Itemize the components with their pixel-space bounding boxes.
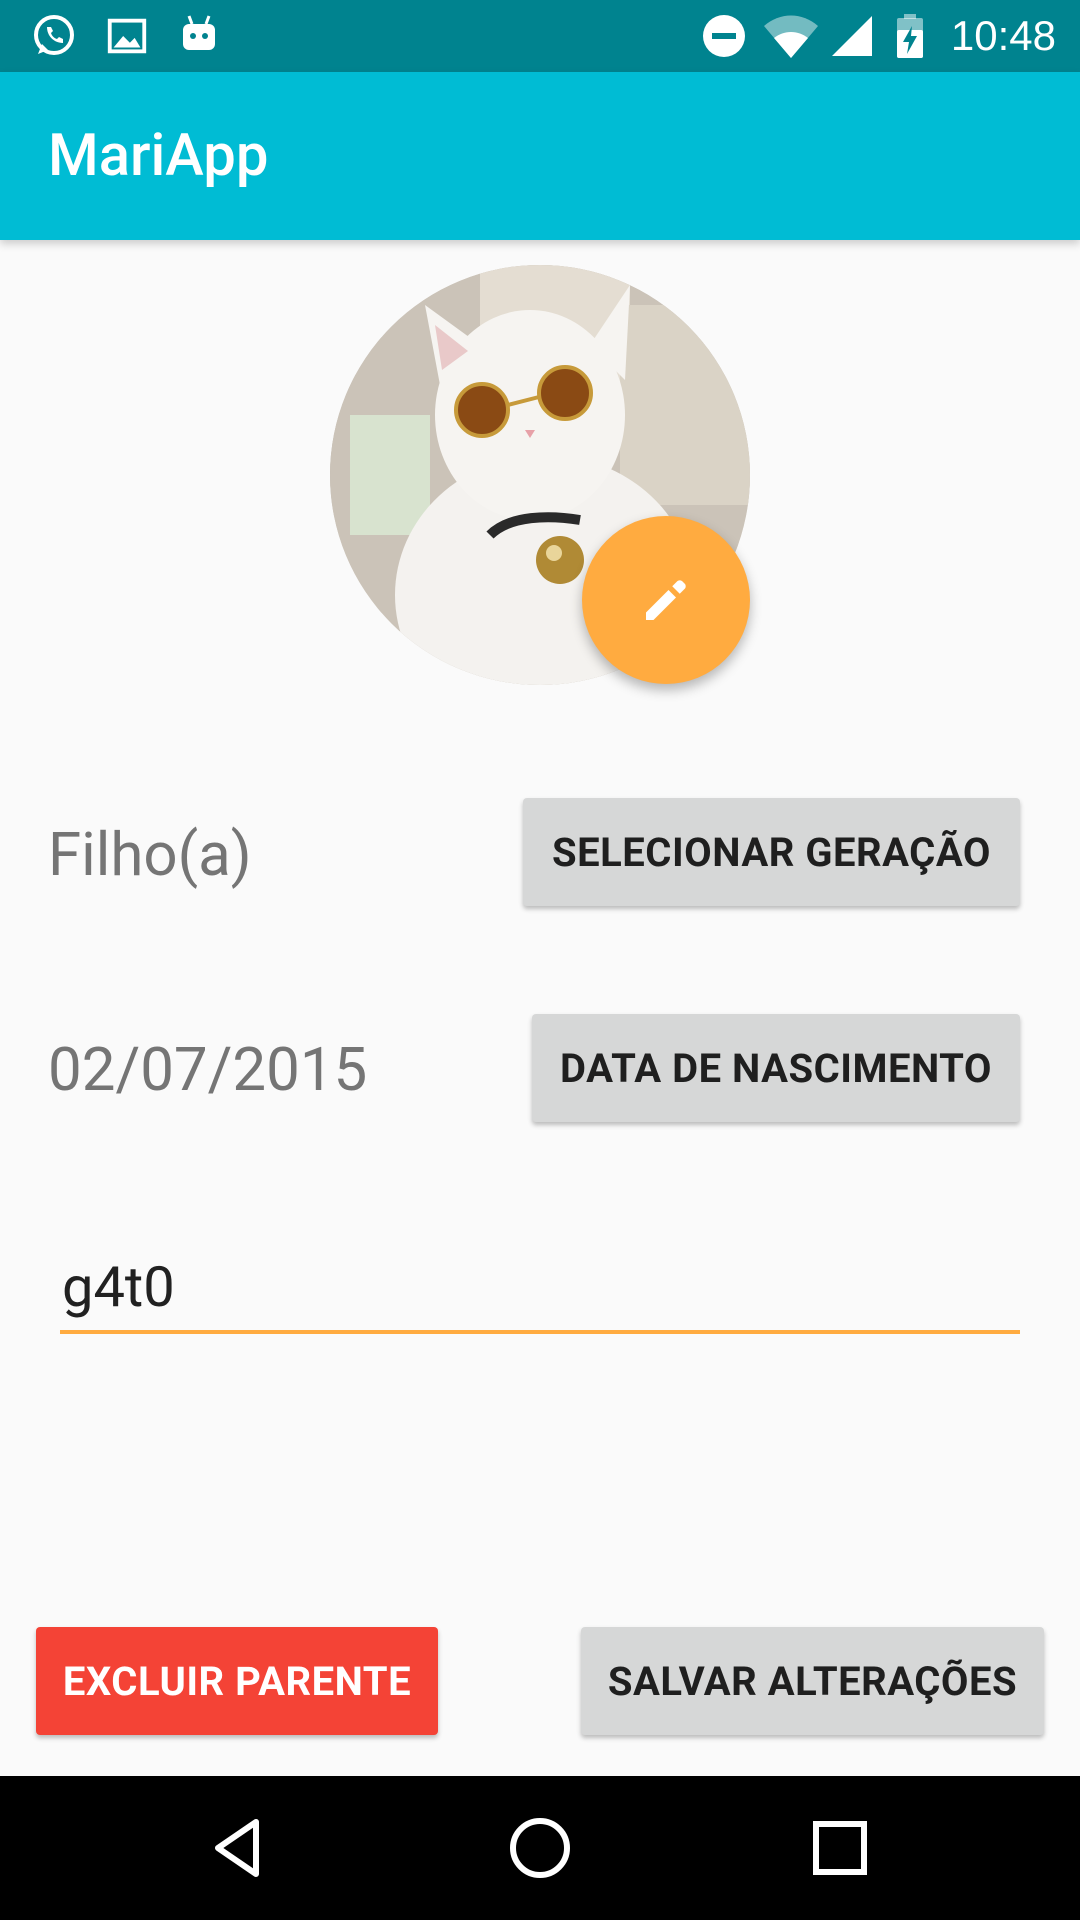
status-bar: 10:48	[0, 0, 1080, 72]
do-not-disturb-icon	[703, 15, 745, 57]
name-input[interactable]	[60, 1250, 1020, 1324]
app-title: MariApp	[48, 122, 269, 190]
name-field[interactable]	[60, 1250, 1020, 1334]
battery-charging-icon	[897, 14, 923, 58]
cell-signal-icon	[832, 16, 872, 56]
gallery-icon	[107, 18, 147, 54]
edit-photo-button[interactable]	[582, 516, 750, 684]
navigation-bar	[0, 1776, 1080, 1920]
whatsapp-icon	[34, 15, 74, 55]
android-icon	[183, 15, 215, 50]
back-icon[interactable]	[204, 1812, 276, 1884]
home-icon[interactable]	[504, 1812, 576, 1884]
save-changes-button[interactable]: SALVAR ALTERAÇÕES	[581, 1627, 1044, 1735]
wifi-icon	[764, 15, 818, 58]
select-generation-button[interactable]: SELECIONAR GERAÇÃO	[523, 798, 1020, 906]
generation-value: Filho(a)	[48, 819, 252, 890]
status-time: 10:48	[950, 12, 1056, 59]
app-toolbar: MariApp	[0, 72, 1080, 240]
recents-icon[interactable]	[804, 1812, 876, 1884]
birthdate-button[interactable]: DATA DE NASCIMENTO	[532, 1014, 1020, 1122]
pencil-icon	[646, 580, 686, 620]
birthdate-value: 02/07/2015	[48, 1034, 368, 1105]
delete-relative-button[interactable]: EXCLUIR PARENTE	[36, 1627, 438, 1735]
